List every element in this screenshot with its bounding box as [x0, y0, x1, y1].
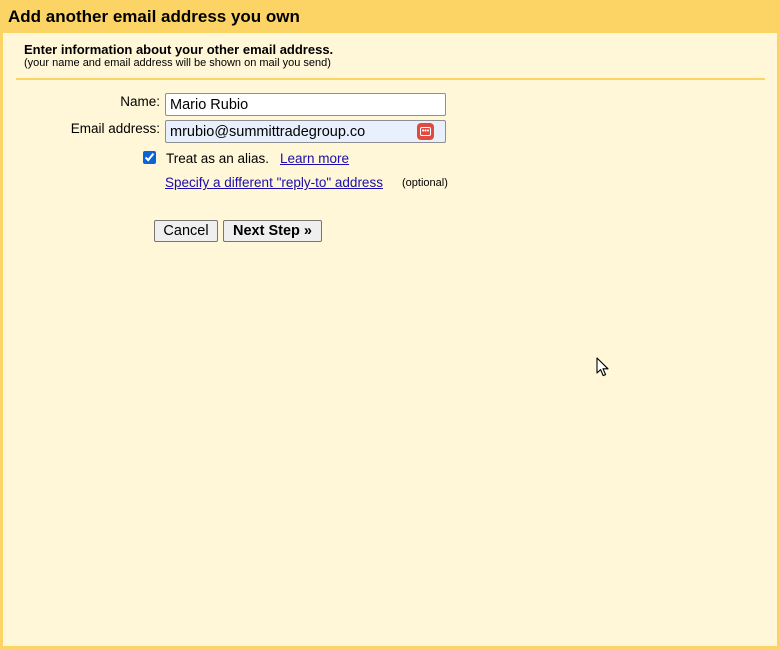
password-manager-icon[interactable]: ••• [417, 123, 434, 140]
name-label: Name: [120, 94, 160, 109]
intro-subtext: (your name and email address will be sho… [24, 57, 331, 69]
email-input[interactable] [165, 120, 446, 143]
name-input[interactable] [165, 93, 446, 116]
alias-checkbox[interactable] [143, 151, 156, 164]
title-bar: Add another email address you own [0, 0, 780, 33]
password-manager-icon-dots: ••• [421, 128, 430, 135]
email-label: Email address: [70, 121, 160, 136]
intro-heading: Enter information about your other email… [24, 42, 334, 57]
next-step-button[interactable]: Next Step » [223, 220, 322, 242]
mouse-pointer-icon [596, 357, 609, 377]
alias-label: Treat as an alias. [166, 151, 270, 166]
header-divider [16, 78, 765, 80]
reply-to-link[interactable]: Specify a different "reply-to" address [165, 175, 383, 190]
dialog-title: Add another email address you own [8, 7, 300, 26]
learn-more-link[interactable]: Learn more [280, 151, 349, 166]
reply-to-optional-note: (optional) [402, 177, 448, 189]
cancel-button[interactable]: Cancel [154, 220, 218, 242]
